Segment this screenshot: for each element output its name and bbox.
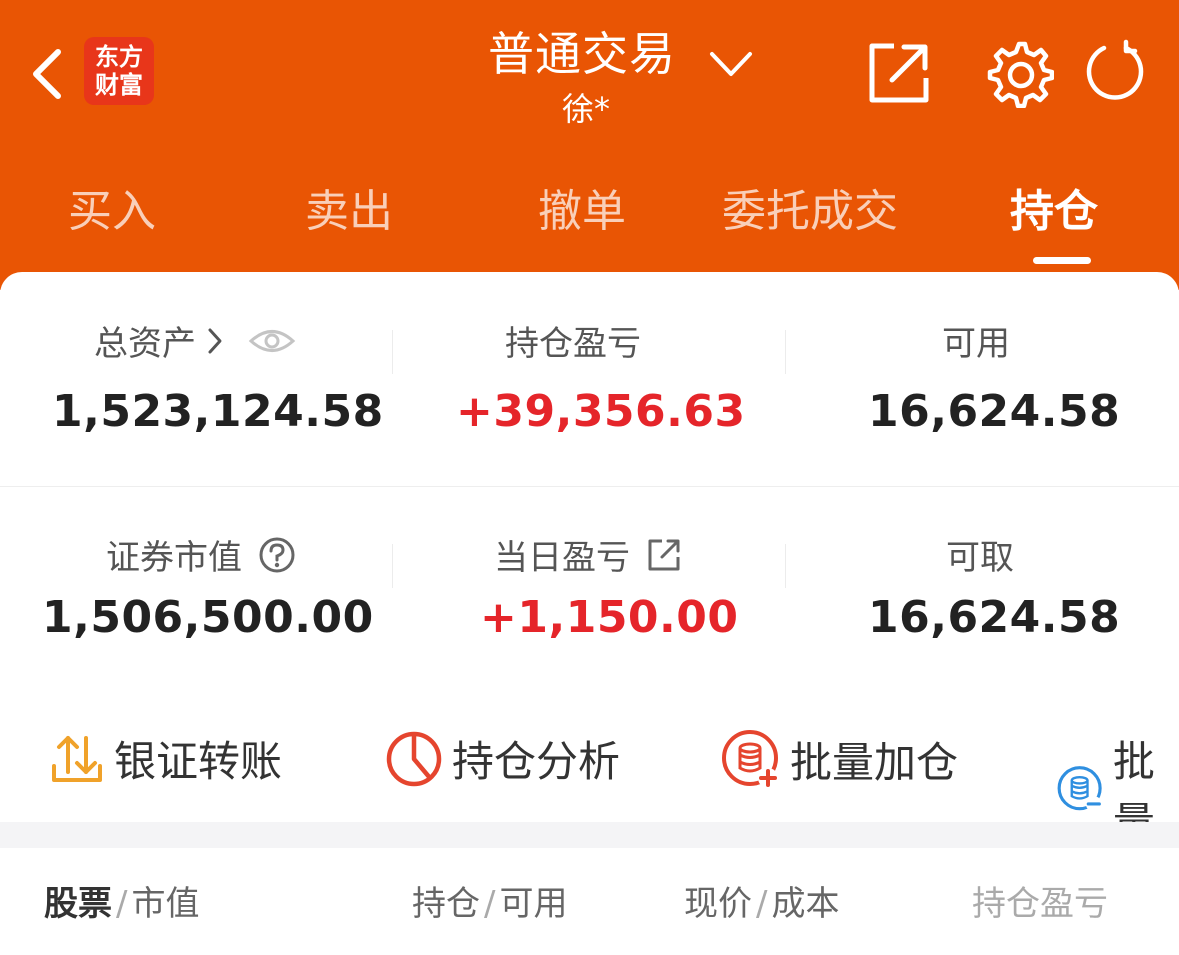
column-header-pnl[interactable]: 持仓盈亏 — [972, 876, 1108, 925]
section-spacer — [0, 822, 1179, 848]
position-pnl-value: +39,356.63 — [456, 386, 746, 437]
position-pnl-label: 持仓盈亏 — [505, 324, 641, 364]
total-assets-label[interactable]: 总资产 — [94, 316, 296, 365]
bank-transfer-button[interactable]: 银证转账 — [48, 728, 282, 789]
available-value: 16,624.58 — [868, 386, 1121, 437]
tab-orders[interactable]: 委托成交 — [722, 175, 898, 239]
batch-add-button[interactable]: 批量加仓 — [720, 728, 958, 790]
pie-chart-icon — [386, 731, 442, 786]
tab-positions[interactable]: 持仓 — [1010, 175, 1098, 239]
account-name: 徐* — [562, 90, 611, 128]
divider — [392, 544, 393, 588]
market-value-value: 1,506,500.00 — [42, 592, 374, 643]
column-header-price[interactable]: 现价 / 成本 — [684, 876, 839, 925]
eye-icon[interactable] — [248, 326, 296, 356]
daily-pnl-label[interactable]: 当日盈亏 — [494, 530, 682, 579]
chevron-right-icon — [208, 328, 222, 353]
withdrawable-label: 可取 — [946, 538, 1014, 578]
chevron-down-icon[interactable] — [706, 44, 756, 84]
tab-sell[interactable]: 卖出 — [305, 175, 393, 239]
position-analysis-button[interactable]: 持仓分析 — [384, 728, 620, 789]
active-tab-indicator — [1033, 257, 1091, 264]
gear-icon[interactable] — [984, 38, 1054, 108]
help-icon[interactable] — [258, 536, 296, 574]
page-title[interactable]: 普通交易 — [488, 18, 676, 84]
daily-pnl-value: +1,150.00 — [480, 592, 739, 643]
column-header-stock[interactable]: 股票 / 市值 — [44, 876, 199, 925]
divider — [785, 544, 786, 588]
database-minus-icon — [1057, 766, 1102, 812]
row-divider — [0, 486, 1179, 487]
tab-buy[interactable]: 买入 — [68, 175, 156, 239]
header-bar: 东方 财富 普通交易 徐* 买入 卖出 撤单 委托成交 持仓 — [0, 0, 1179, 290]
market-value-label: 证券市值 — [106, 530, 296, 579]
total-assets-value: 1,523,124.58 — [52, 386, 384, 437]
external-link-icon — [648, 539, 680, 570]
share-icon[interactable] — [866, 40, 932, 106]
divider — [392, 330, 393, 374]
transfer-icon — [52, 735, 102, 782]
tab-cancel[interactable]: 撤单 — [538, 175, 626, 239]
back-arrow-icon[interactable] — [28, 46, 68, 102]
refresh-icon[interactable] — [1082, 38, 1148, 104]
column-header-position[interactable]: 持仓 / 可用 — [412, 876, 567, 925]
withdrawable-value: 16,624.58 — [868, 592, 1121, 643]
database-add-icon — [722, 730, 778, 788]
divider — [785, 330, 786, 374]
available-label: 可用 — [942, 324, 1010, 364]
app-logo: 东方 财富 — [84, 37, 154, 105]
